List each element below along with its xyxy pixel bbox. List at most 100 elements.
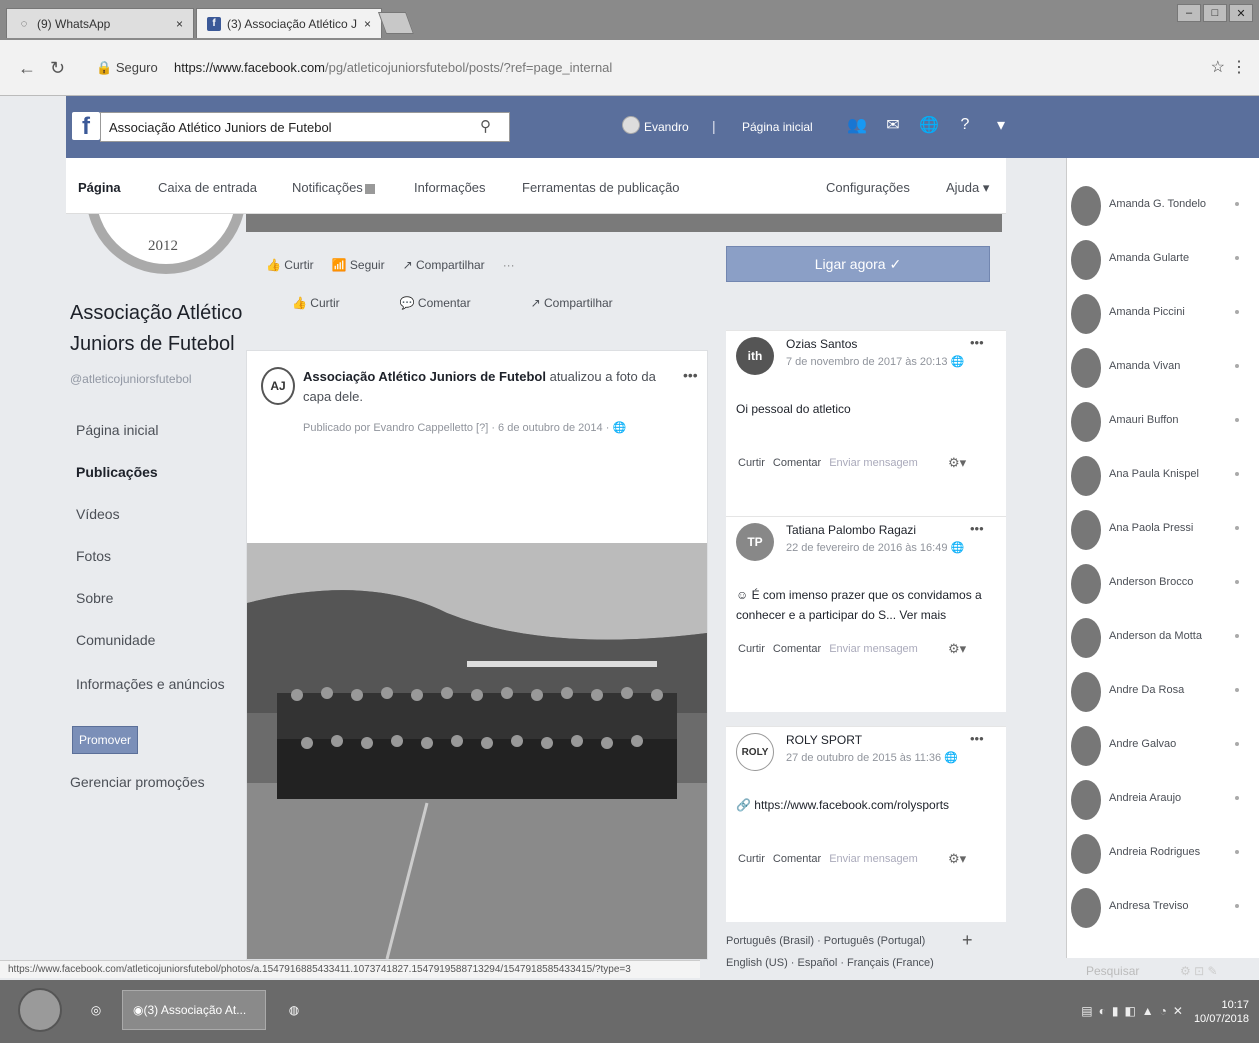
friend-requests-icon[interactable]: 👥 — [846, 114, 868, 136]
follow-button[interactable]: 📶 Seguir — [332, 258, 385, 272]
contact-item[interactable]: Anderson da Motta — [1067, 612, 1259, 664]
gear-icon[interactable]: ⚙▾ — [948, 851, 966, 867]
post-options-icon[interactable]: ••• — [970, 731, 984, 746]
contact-item[interactable]: Amanda Piccini — [1067, 288, 1259, 340]
left-nav-info-ads[interactable]: Informações e anúncios — [76, 676, 225, 692]
secure-indicator[interactable]: 🔒 Seguro — [96, 60, 158, 76]
left-nav-photos[interactable]: Fotos — [76, 548, 111, 564]
chat-options-icon[interactable]: ⚙ ⊡ ✎ — [1180, 964, 1218, 978]
contact-item[interactable]: Amanda Gularte — [1067, 234, 1259, 286]
visitor-name[interactable]: ROLY SPORT — [786, 733, 862, 747]
whatsapp-icon[interactable]: ◎ — [78, 990, 114, 1030]
tab-page[interactable]: Página — [78, 180, 121, 195]
avatar[interactable]: ROLY — [736, 733, 774, 771]
left-nav-home[interactable]: Página inicial — [76, 422, 159, 438]
contacts-search-input[interactable]: Pesquisar — [1086, 964, 1139, 978]
comment-button[interactable]: 💬 Comentar — [400, 296, 471, 310]
manage-promotions-link[interactable]: Gerenciar promoções — [70, 774, 205, 790]
send-message-button[interactable]: Enviar mensagem — [829, 457, 918, 469]
post-options-icon[interactable]: ••• — [683, 367, 698, 383]
page-handle[interactable]: @atleticojuniorsfutebol — [70, 372, 192, 386]
post-avatar[interactable]: AJ — [261, 367, 295, 405]
profile-link[interactable]: Evandro — [644, 120, 689, 134]
visitor-name[interactable]: Ozias Santos — [786, 337, 857, 351]
close-window-icon[interactable]: ✕ — [1229, 4, 1253, 22]
contact-item[interactable]: Andre Da Rosa — [1067, 666, 1259, 718]
visitor-name[interactable]: Tatiana Palombo Ragazi — [786, 523, 916, 537]
send-message-button[interactable]: Enviar mensagem — [829, 853, 918, 865]
page-title[interactable]: Associação Atlético Juniors de Futebol — [70, 298, 250, 360]
tab-help[interactable]: Ajuda ▾ — [946, 180, 989, 196]
post-options-icon[interactable]: ••• — [970, 521, 984, 536]
new-tab-button[interactable] — [377, 12, 415, 34]
comment-button[interactable]: Comentar — [773, 457, 821, 469]
contact-item[interactable]: Amanda Vivan — [1067, 342, 1259, 394]
comment-button[interactable]: Comentar — [773, 643, 821, 655]
like-page-button[interactable]: 👍 Curtir — [266, 258, 314, 272]
back-icon[interactable]: ← — [18, 58, 36, 79]
cover-photo[interactable] — [246, 214, 1002, 232]
tab-information[interactable]: Informações — [414, 180, 486, 195]
like-button[interactable]: Curtir — [738, 643, 765, 655]
call-now-button[interactable]: Ligar agora ✓ — [726, 246, 990, 282]
app-icon[interactable]: ◍ — [276, 990, 312, 1030]
start-button[interactable] — [18, 988, 62, 1032]
promote-button[interactable]: Promover — [72, 726, 138, 754]
search-icon[interactable]: ⚲ — [480, 117, 491, 135]
bookmark-star-icon[interactable]: ☆ — [1211, 57, 1225, 77]
left-nav-community[interactable]: Comunidade — [76, 632, 155, 648]
tab-publishing-tools[interactable]: Ferramentas de publicação — [522, 180, 680, 195]
notifications-icon[interactable]: 🌐 — [918, 114, 940, 136]
contact-item[interactable]: Anderson Brocco — [1067, 558, 1259, 610]
system-tray-icons[interactable]: ▤◐▮◧▲◔✕ — [1081, 1004, 1189, 1018]
taskbar-chrome-window[interactable]: ◉ (3) Associação At... — [122, 990, 266, 1030]
post-author[interactable]: Associação Atlético Juniors de Futebol — [303, 369, 546, 384]
tab-notifications[interactable]: Notificações — [292, 180, 375, 195]
minimize-icon[interactable]: – — [1177, 4, 1201, 22]
add-language-icon[interactable]: + — [962, 930, 973, 951]
avatar[interactable] — [622, 116, 640, 134]
reload-icon[interactable]: ↻ — [50, 58, 65, 79]
contact-item[interactable]: Ana Paola Pressi — [1067, 504, 1259, 556]
contact-item[interactable]: Amanda G. Tondelo — [1067, 180, 1259, 232]
left-nav-posts[interactable]: Publicações — [76, 464, 158, 480]
url-field[interactable]: https://www.facebook.com/pg/atleticojuni… — [174, 60, 612, 75]
left-nav-videos[interactable]: Vídeos — [76, 506, 120, 522]
profile-picture[interactable]: 2012 — [86, 214, 246, 274]
tab-inbox[interactable]: Caixa de entrada — [158, 180, 257, 195]
tab-whatsapp[interactable]: ◌ (9) WhatsApp × — [6, 8, 194, 38]
gear-icon[interactable]: ⚙▾ — [948, 455, 966, 471]
language-line-1[interactable]: Português (Brasil) · Português (Portugal… — [726, 930, 986, 952]
like-button[interactable]: Curtir — [738, 457, 765, 469]
close-icon[interactable]: × — [364, 17, 371, 31]
contact-item[interactable]: Andresa Treviso — [1067, 882, 1259, 934]
clock[interactable]: 10:17 10/07/2018 — [1194, 998, 1249, 1026]
messages-icon[interactable]: ✉ — [882, 114, 904, 136]
contact-item[interactable]: Amauri Buffon — [1067, 396, 1259, 448]
close-icon[interactable]: × — [176, 17, 183, 31]
contact-item[interactable]: Andre Galvao — [1067, 720, 1259, 772]
gear-icon[interactable]: ⚙▾ — [948, 641, 966, 657]
tab-facebook[interactable]: f (3) Associação Atlético J × — [196, 8, 382, 38]
left-nav-about[interactable]: Sobre — [76, 590, 113, 606]
share-button[interactable]: ↗ Compartilhar — [531, 296, 613, 310]
post-options-icon[interactable]: ••• — [970, 335, 984, 350]
team-photo[interactable] — [247, 543, 707, 959]
avatar[interactable]: TP — [736, 523, 774, 561]
contact-item[interactable]: Andreia Araujo — [1067, 774, 1259, 826]
contact-item[interactable]: Andreia Rodrigues — [1067, 828, 1259, 880]
home-link[interactable]: Página inicial — [742, 120, 813, 134]
comment-button[interactable]: Comentar — [773, 853, 821, 865]
more-button[interactable]: ··· — [503, 258, 515, 272]
send-message-button[interactable]: Enviar mensagem — [829, 643, 918, 655]
like-button[interactable]: 👍 Curtir — [292, 296, 340, 310]
help-icon[interactable]: ? — [954, 114, 976, 136]
contact-item[interactable]: Ana Paula Knispel — [1067, 450, 1259, 502]
chevron-down-icon[interactable]: ▾ — [990, 114, 1012, 136]
like-button[interactable]: Curtir — [738, 853, 765, 865]
search-input[interactable]: Associação Atlético Juniors de Futebol — [100, 112, 510, 142]
maximize-icon[interactable]: □ — [1203, 4, 1227, 22]
language-line-2[interactable]: English (US) · Español · Français (Franc… — [726, 952, 986, 974]
facebook-logo-icon[interactable]: f — [72, 112, 100, 140]
share-page-button[interactable]: ↗ Compartilhar — [403, 258, 485, 272]
